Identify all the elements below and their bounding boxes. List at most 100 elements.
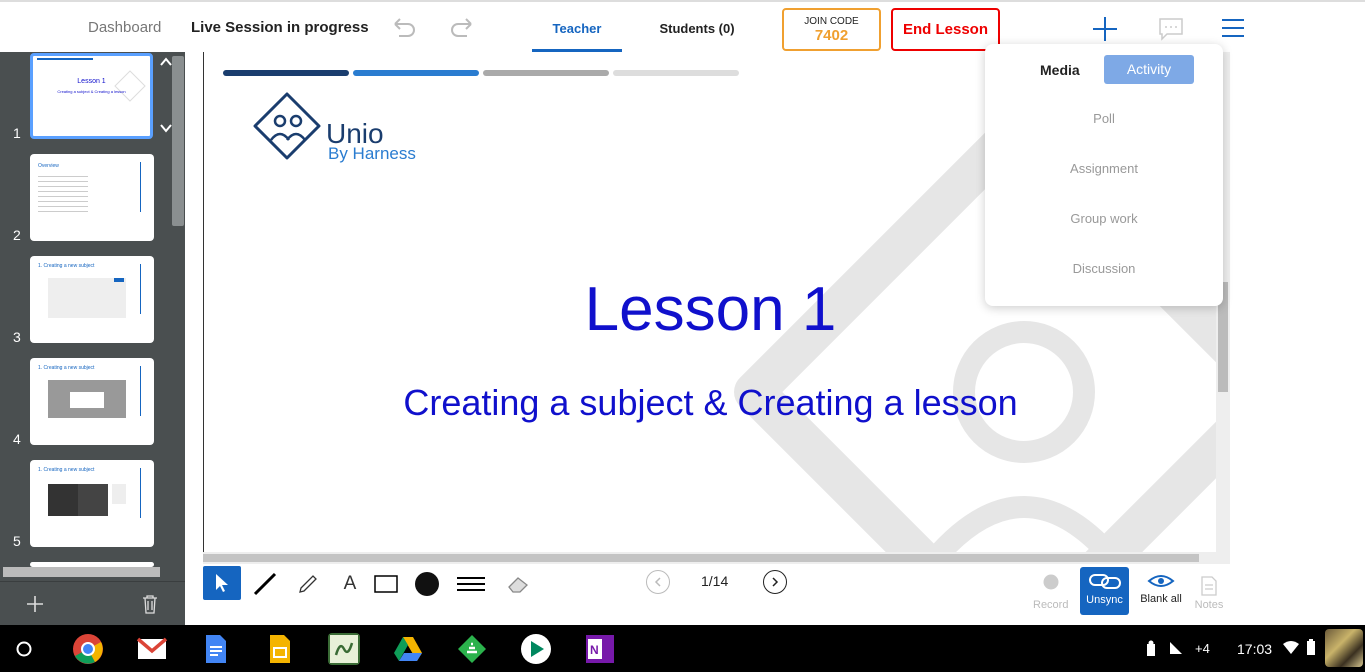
system-taskbar: N +4 17:03: [0, 625, 1365, 672]
thumb-title: 1. Creating a new subject: [38, 365, 95, 371]
slide-thumbnail-2[interactable]: Overview: [30, 154, 154, 241]
join-code-label: JOIN CODE: [804, 16, 859, 27]
line-icon: [253, 572, 277, 596]
thumb-title: 1. Creating a new subject: [38, 467, 95, 473]
trash-icon[interactable]: [141, 594, 159, 614]
unsync-label: Unsync: [1086, 594, 1123, 606]
notes-icon: [1201, 576, 1217, 596]
chat-icon[interactable]: [1158, 17, 1184, 41]
menu-icon[interactable]: [1220, 17, 1246, 39]
add-icon[interactable]: [1092, 16, 1118, 42]
slide-thumbnail-4[interactable]: 1. Creating a new subject: [30, 358, 154, 445]
chevron-up-icon[interactable]: [159, 56, 173, 68]
join-code-value: 7402: [814, 27, 849, 44]
slide-subtitle: Creating a subject & Creating a lesson: [403, 382, 1018, 423]
gmail-icon[interactable]: [136, 633, 168, 665]
end-lesson-button[interactable]: End Lesson: [891, 8, 1000, 51]
feedly-icon[interactable]: [456, 633, 488, 665]
chevron-left-icon: [654, 577, 661, 587]
notes-button[interactable]: Notes: [1191, 576, 1227, 611]
slide-number: 1: [13, 125, 21, 141]
line-width-icon: [457, 577, 485, 591]
slide-progress-segment: [613, 70, 739, 76]
play-store-icon[interactable]: [520, 633, 552, 665]
slide-number: 4: [13, 431, 21, 447]
cursor-icon: [216, 574, 228, 592]
tab-teacher[interactable]: Teacher: [532, 2, 622, 52]
eraser-icon: [508, 577, 528, 593]
eraser-tool[interactable]: [500, 568, 536, 600]
menu-item-poll[interactable]: Poll: [985, 111, 1223, 126]
select-tool[interactable]: [203, 566, 241, 600]
next-slide-button[interactable]: [763, 570, 787, 594]
chrome-icon[interactable]: [72, 633, 104, 665]
pencil-icon: [299, 575, 317, 593]
undo-icon[interactable]: [389, 14, 419, 44]
sidebar-scrollbar[interactable]: [172, 56, 184, 226]
add-content-dropdown: Media Activity Poll Assignment Group wor…: [985, 44, 1223, 306]
session-status: Live Session in progress: [191, 19, 369, 36]
slide-number: 3: [13, 329, 21, 345]
rectangle-tool[interactable]: [368, 568, 404, 600]
onenote-icon[interactable]: N: [584, 633, 616, 665]
app-green-icon[interactable]: [328, 633, 360, 665]
line-width-tool[interactable]: [453, 568, 489, 600]
record-button[interactable]: Record: [1033, 574, 1068, 611]
color-tool[interactable]: [409, 568, 445, 600]
drive-icon[interactable]: [392, 633, 424, 665]
battery-icon[interactable]: [1306, 638, 1316, 656]
menu-item-discussion[interactable]: Discussion: [985, 261, 1223, 276]
add-slide-icon[interactable]: [26, 595, 44, 613]
docs-icon[interactable]: [200, 633, 232, 665]
redo-icon[interactable]: [447, 14, 477, 44]
sidebar-horizontal-scrollbar[interactable]: [3, 567, 160, 577]
clock[interactable]: 17:03: [1237, 641, 1272, 657]
menu-item-assignment[interactable]: Assignment: [985, 161, 1223, 176]
slide-progress-segment: [223, 70, 349, 76]
slides-icon[interactable]: [264, 633, 296, 665]
record-label: Record: [1033, 599, 1069, 611]
join-code-box: JOIN CODE 7402: [782, 8, 881, 51]
wifi-icon[interactable]: [1282, 641, 1300, 655]
link-icon: [1088, 574, 1121, 589]
logo-subtitle: By Harness: [328, 144, 416, 163]
blank-all-label: Blank all: [1140, 593, 1182, 605]
slide-number: 5: [13, 533, 21, 549]
thumb-title: Overview: [38, 163, 59, 169]
tab-activity[interactable]: Activity: [1104, 55, 1194, 84]
slide-thumbnail-1[interactable]: Lesson 1 Creating a subject & Creating a…: [30, 53, 153, 139]
previous-slide-button[interactable]: [646, 570, 670, 594]
unsync-button[interactable]: Unsync: [1080, 567, 1129, 615]
rectangle-icon: [374, 575, 398, 593]
drawing-toolbar: A 1/14 Record Unsync Blank all Notes: [185, 564, 1230, 625]
avatar[interactable]: [1325, 629, 1363, 667]
chevron-down-icon[interactable]: [159, 122, 173, 134]
logo-watermark-icon: [114, 70, 146, 102]
usb-icon: [1147, 640, 1155, 656]
svg-text:N: N: [590, 643, 599, 657]
page-indicator: 1/14: [701, 573, 729, 589]
notes-label: Notes: [1194, 599, 1224, 611]
notification-icon[interactable]: [1168, 640, 1184, 656]
line-tool[interactable]: [247, 568, 283, 600]
blank-all-button[interactable]: Blank all: [1137, 574, 1185, 605]
canvas-horizontal-scrollbar[interactable]: [203, 552, 1230, 564]
text-tool[interactable]: A: [332, 568, 368, 600]
unio-logo-icon: [253, 92, 321, 160]
slide-number: 2: [13, 227, 21, 243]
pen-tool[interactable]: [290, 568, 326, 600]
slide-thumbnail-3[interactable]: 1. Creating a new subject: [30, 256, 154, 343]
tab-media[interactable]: Media: [1040, 62, 1080, 78]
slide-thumbnail-5[interactable]: 1. Creating a new subject: [30, 460, 154, 547]
color-swatch-icon: [415, 572, 439, 596]
notification-count: +4: [1195, 641, 1210, 656]
thumb-subtitle: Creating a subject & Creating a lesson: [57, 89, 126, 94]
eye-icon: [1147, 575, 1175, 587]
dashboard-link[interactable]: Dashboard: [88, 19, 161, 36]
menu-item-group-work[interactable]: Group work: [985, 211, 1223, 226]
launcher-icon[interactable]: [16, 641, 32, 657]
thumb-title: 1. Creating a new subject: [38, 263, 95, 269]
record-icon: [1043, 574, 1059, 590]
chevron-right-icon: [772, 577, 779, 587]
tab-students[interactable]: Students (0): [650, 2, 744, 52]
